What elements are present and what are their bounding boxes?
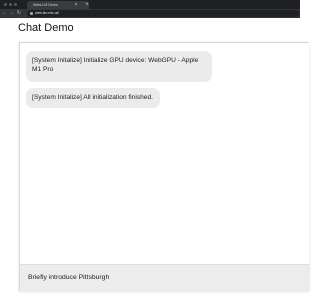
chat-message-text: [System Initalize] All initialization fi… (32, 94, 153, 101)
window-minimize-icon[interactable] (9, 3, 12, 6)
window-close-icon[interactable] (4, 3, 7, 6)
tab-close-icon[interactable]: × (73, 1, 79, 9)
page-title: Chat Demo (18, 22, 74, 34)
browser-tab[interactable]: WebLLM Demo (27, 1, 89, 9)
forward-icon[interactable]: → (9, 9, 15, 18)
chat-message: [System Initalize] Initialize GPU device… (26, 51, 212, 82)
window-maximize-icon[interactable] (14, 3, 17, 6)
url-text: web-llm.mlc.ai/ (35, 11, 59, 15)
chat-message-text: [System Initalize] Initialize GPU device… (32, 57, 199, 73)
reload-icon[interactable]: ↻ (16, 9, 22, 18)
browser-toolbar: ← → ↻ web-llm.mlc.ai/ (0, 9, 300, 18)
browser-tab-title: WebLLM Demo (33, 3, 58, 7)
chat-message: [System Initalize] All initialization fi… (26, 88, 160, 108)
back-icon[interactable]: ← (2, 9, 8, 18)
site-info-icon[interactable] (30, 12, 33, 15)
browser-tab-bar: WebLLM Demo × + (0, 0, 300, 9)
chat-container: [System Initalize] Initialize GPU device… (19, 42, 310, 291)
chat-input-bar (20, 264, 310, 291)
chat-input[interactable] (28, 265, 298, 291)
address-bar[interactable]: web-llm.mlc.ai/ (27, 10, 300, 17)
new-tab-icon[interactable]: + (84, 1, 90, 9)
